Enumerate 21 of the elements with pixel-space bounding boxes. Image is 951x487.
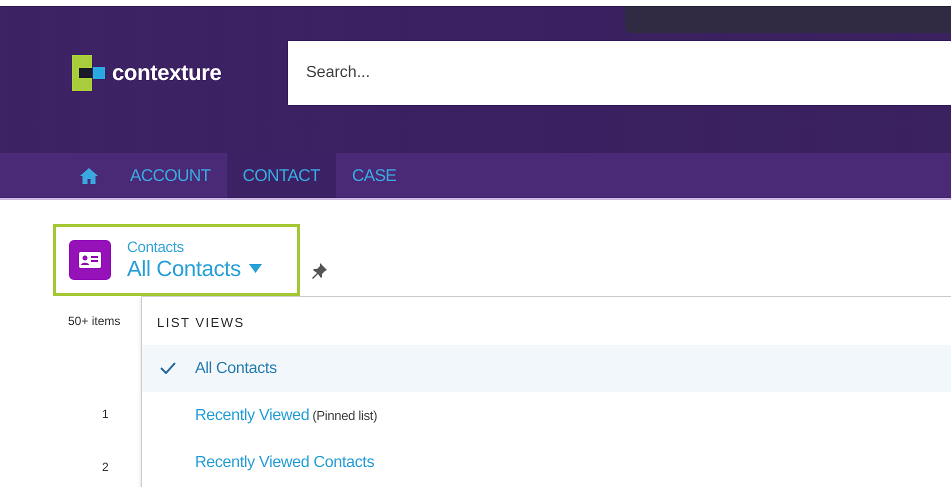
- check-icon: [160, 362, 176, 374]
- row-number: 2: [102, 460, 109, 474]
- dropdown-title: LIST VIEWS: [156, 314, 246, 332]
- list-view-item[interactable]: All Contacts: [142, 345, 951, 392]
- caret-icon: [248, 264, 262, 273]
- pin-icon[interactable]: [311, 263, 327, 279]
- search-field[interactable]: Search...: [288, 40, 951, 104]
- row-number: 1: [102, 407, 109, 421]
- list-view-item[interactable]: Recently Viewed (Pinned list): [142, 392, 951, 439]
- item-count: 50+ items: [68, 314, 120, 328]
- nav-tab[interactable]: ACCOUNT: [114, 153, 227, 198]
- pinned-note: (Pinned list): [312, 408, 378, 423]
- list-view-item[interactable]: Recently Viewed Contacts: [142, 439, 951, 486]
- list-view-selector[interactable]: All Contacts: [127, 256, 262, 282]
- contact-card-icon: [69, 240, 111, 280]
- nav-tab[interactable]: CONTACT: [226, 153, 336, 198]
- home-icon: [80, 168, 98, 184]
- logo-icon: [72, 54, 106, 90]
- logo-text: contexture: [112, 60, 222, 86]
- nav-tab[interactable]: CASE: [336, 153, 412, 198]
- object-label: Contacts: [127, 238, 185, 256]
